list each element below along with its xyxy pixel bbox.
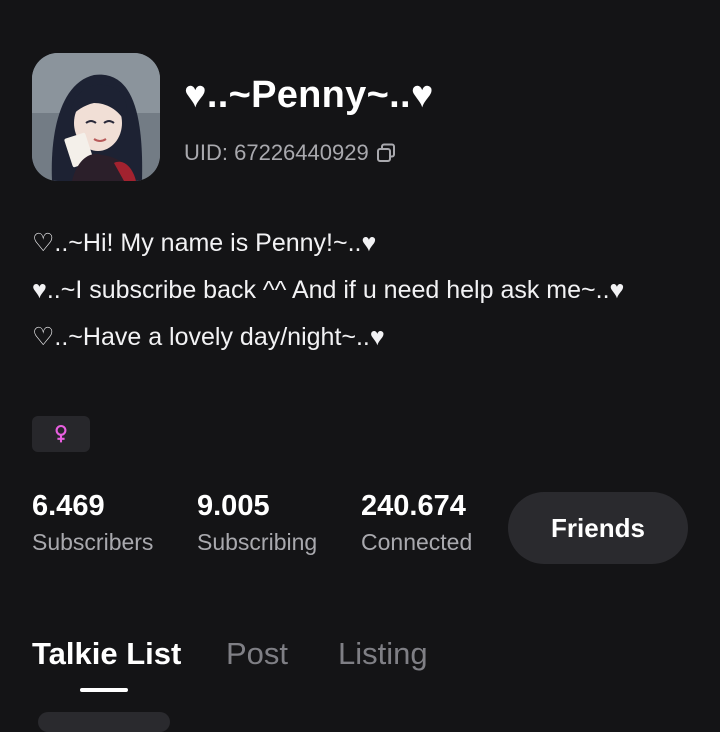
profile-avatar[interactable] <box>32 53 160 181</box>
list-item-preview <box>38 712 170 732</box>
stat-label: Subscribers <box>32 529 154 555</box>
stat-subscribing[interactable]: 9.005 Subscribing <box>197 488 317 560</box>
gender-badge <box>32 416 90 452</box>
uid-text: UID: 67226440929 <box>184 140 369 165</box>
tab-post[interactable]: Post <box>226 636 288 672</box>
uid-row: UID: 67226440929 <box>184 140 397 166</box>
stat-subscribers[interactable]: 6.469 Subscribers <box>32 488 153 560</box>
friends-button[interactable]: Friends <box>508 492 688 564</box>
stat-value: 240.674 <box>361 490 466 522</box>
stat-connected[interactable]: 240.674 Connected <box>361 488 472 560</box>
female-symbol-icon <box>55 424 67 443</box>
active-tab-indicator <box>80 688 128 692</box>
avatar-image <box>32 53 160 181</box>
copy-icon[interactable] <box>375 142 397 164</box>
stat-value: 9.005 <box>197 490 270 522</box>
stat-label: Connected <box>361 529 473 555</box>
profile-name: ♥..~Penny~..♥ <box>184 74 434 116</box>
profile-bio: ♡..~Hi! My name is Penny!~..♥ ♥..~I subs… <box>32 220 672 361</box>
stat-label: Subscribing <box>197 529 318 555</box>
tab-talkie-list[interactable]: Talkie List <box>32 636 181 672</box>
stat-value: 6.469 <box>32 490 105 522</box>
bio-line: ♡..~Have a lovely day/night~..♥ <box>32 323 385 351</box>
bio-line: ♥..~I subscribe back ^^ And if u need he… <box>32 276 625 304</box>
bio-line: ♡..~Hi! My name is Penny!~..♥ <box>32 229 377 257</box>
tab-listing[interactable]: Listing <box>338 636 428 672</box>
